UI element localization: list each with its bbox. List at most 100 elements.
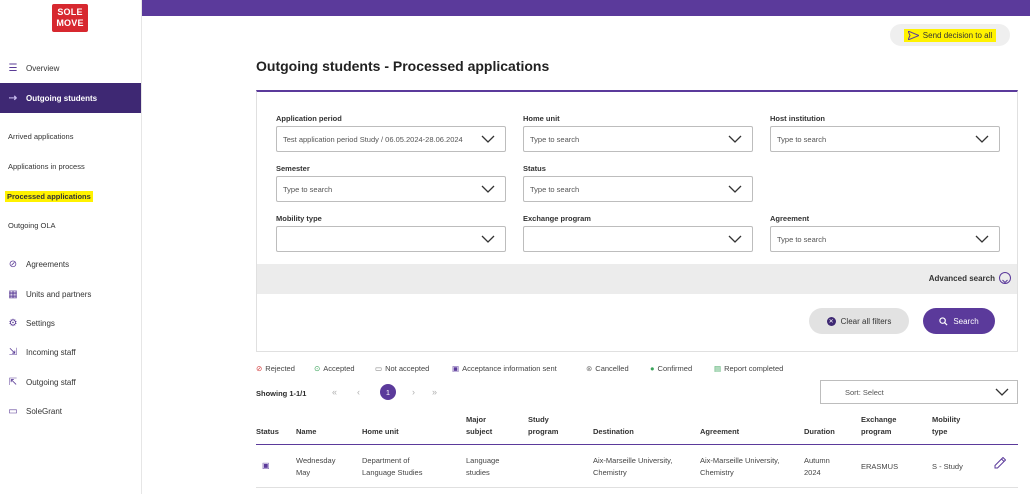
cell-destination: Aix-Marseille University, Chemistry (593, 456, 673, 477)
report-completed-icon: ▤ (714, 364, 722, 373)
table-row-divider (256, 487, 1018, 488)
sidebar-item-outgoing-staff[interactable]: ⇱ Outgoing staff (0, 371, 141, 393)
cell-mobility-type: S - Study (932, 462, 963, 471)
cancelled-icon: ⊗ (586, 364, 593, 373)
sidebar-item-incoming-staff[interactable]: ⇲ Incoming staff (0, 341, 141, 363)
cell-duration: Autumn 2024 (804, 456, 830, 477)
host-institution-select[interactable]: Type to search (770, 126, 1000, 152)
th-major-subject: Major subject (466, 415, 493, 436)
cell-major-subject: Language studies (466, 456, 500, 477)
chevron-down-circle-icon (999, 272, 1011, 284)
cell-home-unit: Department of Language Studies (362, 456, 423, 477)
th-name: Name (296, 427, 317, 436)
acceptance-sent-icon: ▣ (262, 461, 270, 470)
chevron-down-icon (728, 185, 742, 193)
next-page-icon[interactable]: › (412, 387, 415, 397)
legend-not-accepted: ▭ Not accepted (375, 364, 430, 373)
table-header-divider (256, 444, 1018, 445)
legend-report-completed: ▤ Report completed (714, 364, 784, 373)
legend-rejected: ⊘ Rejected (256, 364, 295, 373)
sidebar-item-outgoing-students[interactable]: ⇢ Outgoing students (0, 83, 141, 113)
chevron-down-icon (728, 235, 742, 243)
advanced-search-bar[interactable]: Advanced search (257, 264, 1017, 294)
sidebar-item-solegrant[interactable]: ▭ SoleGrant (0, 400, 141, 422)
chevron-down-icon (481, 235, 495, 243)
mobility-type-select[interactable] (276, 226, 506, 252)
sidebar-item-agreements[interactable]: ⊘ Agreements (0, 253, 141, 275)
sidebar-item-settings[interactable]: ⚙ Settings (0, 312, 141, 334)
rejected-icon: ⊘ (256, 364, 263, 373)
chevron-down-icon (728, 135, 742, 143)
advanced-search-label: Advanced search (928, 274, 995, 283)
solemove-logo[interactable]: SOLE MOVE (52, 4, 88, 32)
exchange-program-label: Exchange program (523, 214, 591, 223)
search-button[interactable]: Search (923, 308, 995, 334)
th-status: Status (256, 427, 279, 436)
filter-panel: Application period Test application peri… (256, 90, 1018, 352)
first-page-icon[interactable]: « (332, 387, 337, 397)
list-icon: ☰ (8, 62, 18, 74)
chevron-down-icon (481, 135, 495, 143)
page-title: Outgoing students - Processed applicatio… (256, 58, 550, 74)
sidebar-subitem-processed[interactable]: Processed applications (5, 191, 93, 202)
search-icon (939, 316, 948, 326)
exchange-program-select[interactable] (523, 226, 753, 252)
th-study-program: Study program (528, 415, 559, 436)
chevron-down-icon (481, 185, 495, 193)
th-exchange-program: Exchange program (861, 415, 897, 436)
send-decision-button[interactable]: Send decision to all (890, 24, 1010, 46)
status-label: Status (523, 164, 546, 173)
agreement-select[interactable]: Type to search (770, 226, 1000, 252)
host-institution-label: Host institution (770, 114, 825, 123)
chevron-down-icon (975, 235, 989, 243)
acceptance-sent-icon: ▣ (452, 364, 460, 373)
legend-confirmed: ● Confirmed (650, 364, 693, 373)
cell-exchange-program: ERASMUS (861, 462, 899, 471)
cell-agreement: Aix-Marseille University, Chemistry (700, 456, 780, 477)
sidebar-subitem-arrived[interactable]: Arrived applications (8, 132, 73, 141)
cell-name: Wednesday May (296, 456, 336, 477)
th-destination: Destination (593, 427, 634, 436)
clear-filters-button[interactable]: ✕ Clear all filters (809, 308, 909, 334)
legend-cancelled: ⊗ Cancelled (586, 364, 629, 373)
building-icon: ▦ (8, 288, 18, 300)
check-circle-icon: ⊘ (8, 258, 18, 270)
agreement-label: Agreement (770, 214, 810, 223)
accepted-icon: ⊙ (314, 364, 321, 373)
outgoing-staff-icon: ⇱ (8, 376, 18, 388)
mobility-type-label: Mobility type (276, 214, 322, 223)
semester-label: Semester (276, 164, 310, 173)
semester-select[interactable]: Type to search (276, 176, 506, 202)
application-period-label: Application period (276, 114, 342, 123)
edit-icon[interactable] (994, 456, 1007, 472)
status-select[interactable]: Type to search (523, 176, 753, 202)
showing-count: Showing 1-1/1 (256, 389, 307, 398)
last-page-icon[interactable]: » (432, 387, 437, 397)
application-period-select[interactable]: Test application period Study / 06.05.20… (276, 126, 506, 152)
page-number-current[interactable]: 1 (380, 384, 396, 400)
confirmed-icon: ● (650, 364, 655, 373)
sidebar: SOLE MOVE ☰ Overview ⇢ Outgoing students… (0, 0, 142, 494)
legend-acceptance-sent: ▣ Acceptance information sent (452, 364, 557, 373)
chevron-down-icon (975, 135, 989, 143)
th-mobility-type: Mobility type (932, 415, 961, 436)
gear-icon: ⚙ (8, 317, 18, 329)
outgoing-student-icon: ⇢ (8, 92, 18, 104)
home-unit-select[interactable]: Type to search (523, 126, 753, 152)
sidebar-subitem-outgoing-ola[interactable]: Outgoing OLA (8, 221, 56, 230)
sidebar-item-overview[interactable]: ☰ Overview (0, 57, 141, 79)
home-unit-label: Home unit (523, 114, 560, 123)
top-bar (142, 0, 1030, 16)
incoming-staff-icon: ⇲ (8, 346, 18, 358)
sort-select[interactable]: Sort: Select (820, 380, 1018, 404)
prev-page-icon[interactable]: ‹ (357, 387, 360, 397)
not-accepted-icon: ▭ (375, 364, 383, 373)
sidebar-subitem-in-process[interactable]: Applications in process (8, 162, 85, 171)
folder-icon: ▭ (8, 405, 18, 417)
th-home-unit: Home unit (362, 427, 399, 436)
send-icon (907, 30, 919, 40)
th-agreement: Agreement (700, 427, 740, 436)
th-duration: Duration (804, 427, 835, 436)
sidebar-item-units-partners[interactable]: ▦ Units and partners (0, 283, 141, 305)
chevron-down-icon (995, 388, 1009, 396)
